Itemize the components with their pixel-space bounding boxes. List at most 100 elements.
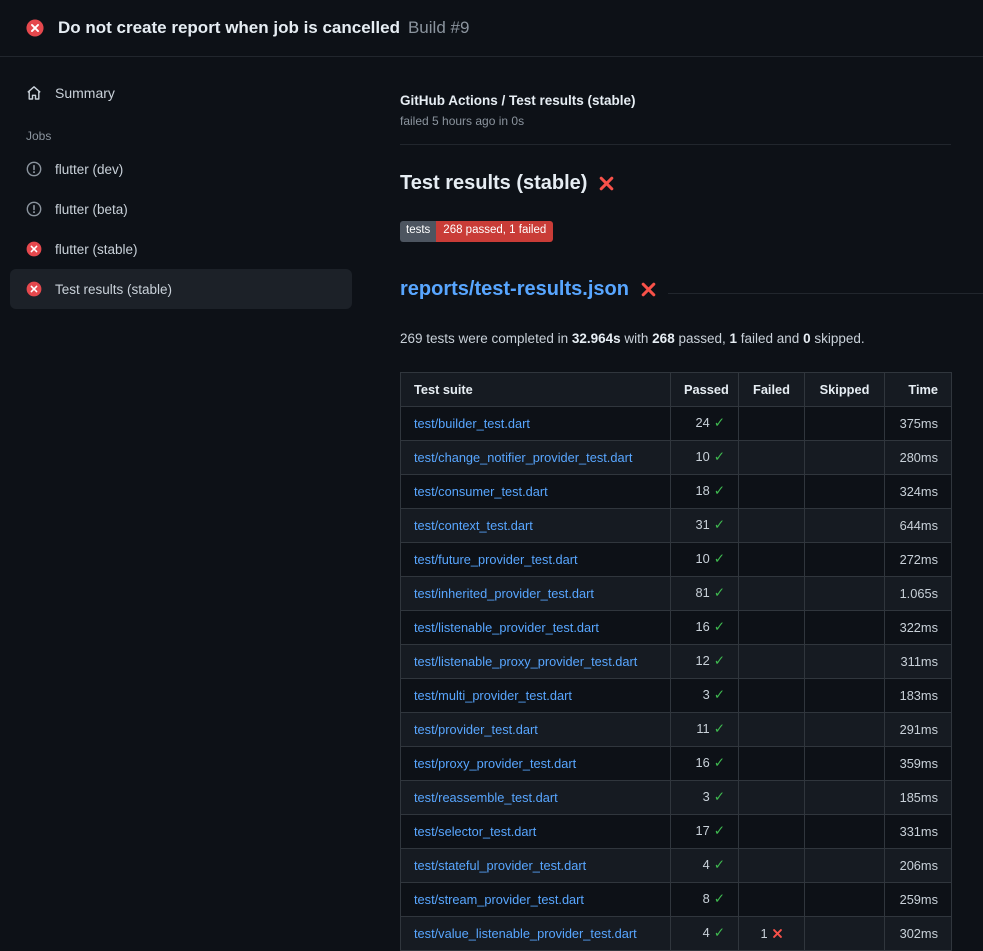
time-cell: 291ms <box>885 712 952 746</box>
build-number: Build #9 <box>408 18 469 38</box>
test-suite-link[interactable]: test/provider_test.dart <box>414 722 538 737</box>
passed-cell: 3✓ <box>671 678 739 712</box>
passed-count: 3 <box>703 789 710 804</box>
failed-cell <box>739 610 805 644</box>
report-file-link[interactable]: reports/test-results.json <box>400 278 629 301</box>
passed-cell: 24 ✓ <box>671 406 739 440</box>
test-suite-cell: test/listenable_provider_test.dart <box>401 610 671 644</box>
table-row: test/context_test.dart31✓644ms <box>401 508 952 542</box>
test-suite-link[interactable]: test/future_provider_test.dart <box>414 552 578 567</box>
time-cell: 359ms <box>885 746 952 780</box>
passed-cell: 17✓ <box>671 814 739 848</box>
page-title: Do not create report when job is cancell… <box>58 18 400 38</box>
tests-badge: tests 268 passed, 1 failed <box>400 221 553 242</box>
check-icon: ✓ <box>714 789 725 805</box>
passed-cell: 81✓ <box>671 576 739 610</box>
test-suite-link[interactable]: test/stream_provider_test.dart <box>414 892 584 907</box>
failed-cell <box>739 644 805 678</box>
failed-cell <box>739 678 805 712</box>
table-row: test/listenable_proxy_provider_test.dart… <box>401 644 952 678</box>
passed-count: 24 <box>695 415 709 430</box>
failed-cell <box>739 848 805 882</box>
test-suite-cell: test/consumer_test.dart <box>401 474 671 508</box>
test-suite-link[interactable]: test/listenable_provider_test.dart <box>414 620 599 635</box>
test-suite-link[interactable]: test/value_listenable_provider_test.dart <box>414 926 637 941</box>
breadcrumb: GitHub Actions / Test results (stable) <box>400 93 951 108</box>
passed-cell: 10✓ <box>671 440 739 474</box>
time-cell: 311ms <box>885 644 952 678</box>
sidebar-item-flutter-dev[interactable]: flutter (dev) <box>10 149 352 189</box>
table-row: test/value_listenable_provider_test.dart… <box>401 916 952 950</box>
test-suite-cell: test/reassemble_test.dart <box>401 780 671 814</box>
skipped-cell <box>805 576 885 610</box>
summary-segment: 269 tests were completed in <box>400 331 572 346</box>
test-suite-link[interactable]: test/stateful_provider_test.dart <box>414 858 586 873</box>
failed-cell <box>739 508 805 542</box>
passed-count: 16 <box>695 619 709 634</box>
skipped-cell <box>805 644 885 678</box>
check-icon: ✓ <box>714 517 725 533</box>
failed-cell <box>739 882 805 916</box>
test-suite-cell: test/builder_test.dart <box>401 406 671 440</box>
sidebar-item-summary[interactable]: Summary <box>10 73 352 113</box>
time-cell: 206ms <box>885 848 952 882</box>
table-row: test/provider_test.dart 11✓ 291ms <box>401 712 952 746</box>
passed-count: 81 <box>695 585 709 600</box>
table-row: test/consumer_test.dart18✓324ms <box>401 474 952 508</box>
test-suite-cell: test/selector_test.dart <box>401 814 671 848</box>
skipped-cell <box>805 508 885 542</box>
skipped-cell <box>805 678 885 712</box>
skipped-cell <box>805 542 885 576</box>
passed-cell: 16✓ <box>671 610 739 644</box>
table-row: test/selector_test.dart17✓331ms <box>401 814 952 848</box>
failed-cell <box>739 780 805 814</box>
table-row: test/builder_test.dart24✓375ms <box>401 406 952 440</box>
passed-cell: 16✓ <box>671 746 739 780</box>
sidebar-item-test-results-stable[interactable]: Test results (stable) <box>10 269 352 309</box>
sidebar-item-label: flutter (beta) <box>55 202 128 217</box>
col-header-passed: Passed <box>671 372 739 406</box>
test-suite-link[interactable]: test/context_test.dart <box>414 518 533 533</box>
test-suite-link[interactable]: test/selector_test.dart <box>414 824 536 839</box>
test-suite-link[interactable]: test/builder_test.dart <box>414 416 530 431</box>
test-suite-cell: test/context_test.dart <box>401 508 671 542</box>
results-table-body: test/builder_test.dart24✓375mstest/chang… <box>401 406 952 950</box>
table-row: test/stateful_provider_test.dart4✓206ms <box>401 848 952 882</box>
x-circle-icon <box>26 241 42 257</box>
passed-cell: 11✓ <box>671 712 739 746</box>
sidebar-item-flutter-beta[interactable]: flutter (beta) <box>10 189 352 229</box>
failed-cell <box>739 474 805 508</box>
time-cell: 272ms <box>885 542 952 576</box>
table-row: test/multi_provider_test.dart3✓183ms <box>401 678 952 712</box>
passed-count: 31 <box>695 517 709 532</box>
col-header-test-suite: Test suite <box>401 372 671 406</box>
passed-cell: 10✓ <box>671 542 739 576</box>
test-suite-link[interactable]: test/consumer_test.dart <box>414 484 548 499</box>
sidebar-summary-label: Summary <box>55 85 115 101</box>
summary-segment: 32.964s <box>572 331 621 346</box>
time-cell: 185ms <box>885 780 952 814</box>
test-suite-link[interactable]: test/multi_provider_test.dart <box>414 688 572 703</box>
summary-segment: passed, <box>675 331 730 346</box>
test-suite-cell: test/provider_test.dart <box>401 712 671 746</box>
time-cell: 259ms <box>885 882 952 916</box>
passed-count: 4 <box>703 925 710 940</box>
test-suite-link[interactable]: test/listenable_proxy_provider_test.dart <box>414 654 637 669</box>
test-suite-link[interactable]: test/proxy_provider_test.dart <box>414 756 576 771</box>
test-suite-link[interactable]: test/change_notifier_provider_test.dart <box>414 450 632 465</box>
passed-count: 16 <box>695 755 709 770</box>
passed-cell: 4✓ <box>671 916 739 950</box>
passed-cell: 12✓ <box>671 644 739 678</box>
sidebar-item-flutter-stable[interactable]: flutter (stable) <box>10 229 352 269</box>
cancelled-icon <box>26 201 42 217</box>
passed-count: 12 <box>695 653 709 668</box>
failed-cell <box>739 406 805 440</box>
time-cell: 1.065s <box>885 576 952 610</box>
test-suite-cell: test/stateful_provider_test.dart <box>401 848 671 882</box>
test-suite-link[interactable]: test/reassemble_test.dart <box>414 790 558 805</box>
test-suite-link[interactable]: test/inherited_provider_test.dart <box>414 586 594 601</box>
test-suite-cell: test/future_provider_test.dart <box>401 542 671 576</box>
check-icon: ✓ <box>714 415 725 431</box>
failed-cell <box>739 440 805 474</box>
check-icon: ✓ <box>714 925 725 941</box>
